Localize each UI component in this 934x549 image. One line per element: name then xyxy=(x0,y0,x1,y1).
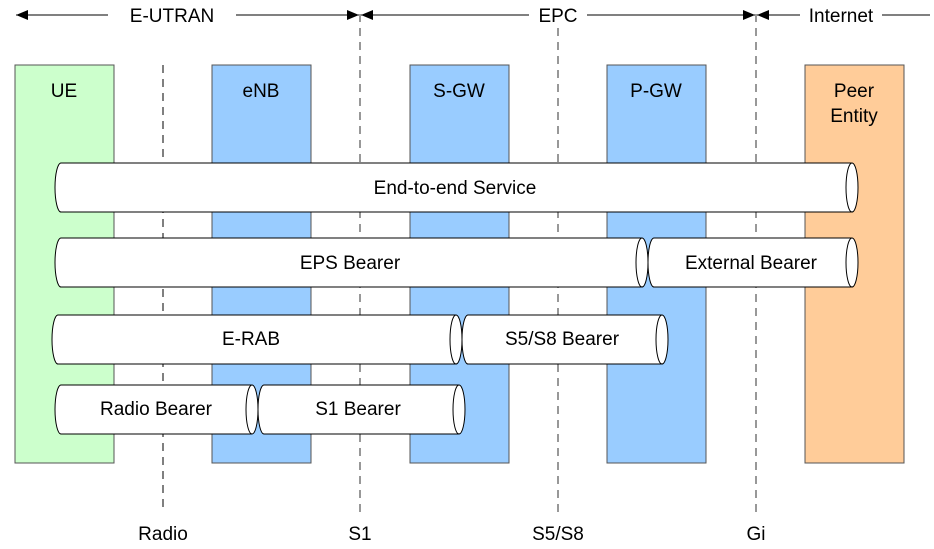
pgw-label: P-GW xyxy=(630,81,682,102)
radio-bearer-label: Radio Bearer xyxy=(100,399,213,420)
gi-interface-label: Gi xyxy=(747,524,766,545)
end-to-end-service-label: End-to-end Service xyxy=(374,178,537,199)
eps-bearer-architecture-diagram: UE eNB S-GW P-GW Peer Entity E-UTRAN EPC… xyxy=(14,3,930,545)
s1-interface-label: S1 xyxy=(348,524,371,545)
e-rab-label: E-RAB xyxy=(222,329,280,350)
radio-interface-label: Radio xyxy=(138,524,188,545)
peer-label-line2: Entity xyxy=(830,106,878,127)
external-bearer-label: External Bearer xyxy=(685,253,818,274)
enb-label: eNB xyxy=(243,81,280,102)
s5s8-interface-label: S5/S8 xyxy=(532,524,584,545)
epc-label: EPC xyxy=(538,6,577,27)
internet-label: Internet xyxy=(809,6,874,27)
peer-label-line1: Peer xyxy=(834,81,875,102)
sgw-label: S-GW xyxy=(433,81,485,102)
s1-bearer-label: S1 Bearer xyxy=(315,399,401,420)
e-utran-label: E-UTRAN xyxy=(130,6,214,27)
eps-bearer-label: EPS Bearer xyxy=(300,253,401,274)
ue-label: UE xyxy=(51,81,77,102)
s5s8-bearer-label: S5/S8 Bearer xyxy=(505,329,620,350)
